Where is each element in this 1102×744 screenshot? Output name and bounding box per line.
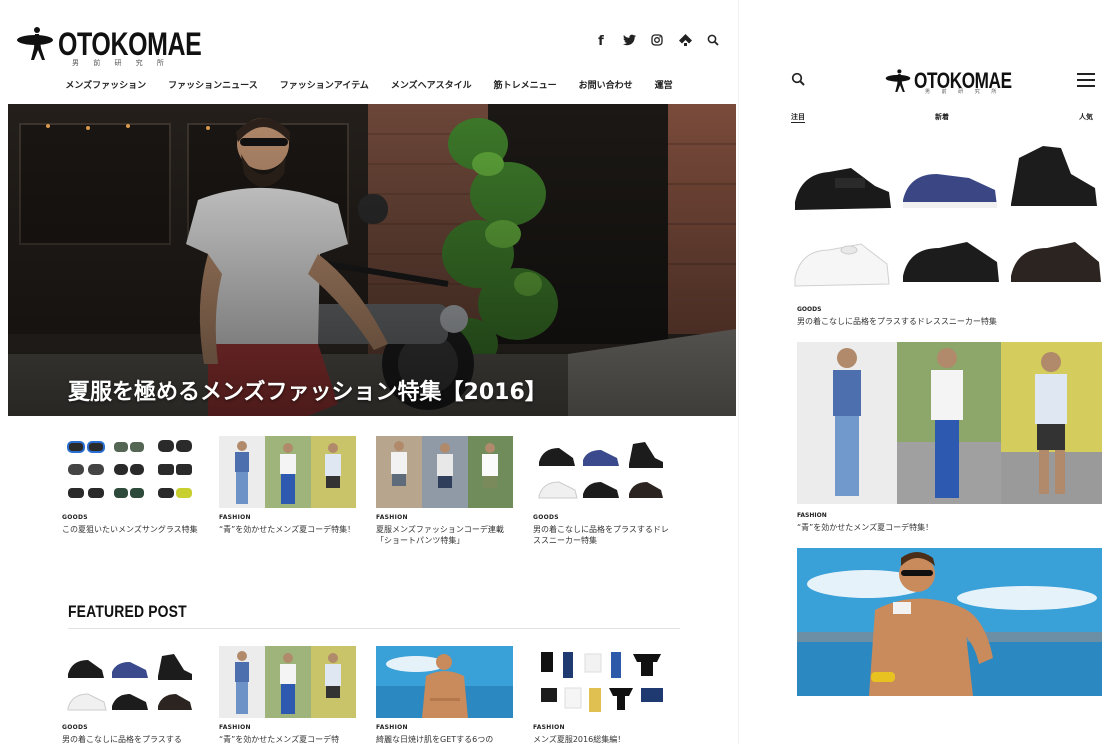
logo-wordmark: OTOKOMAE [58,25,202,62]
site-header: OTOKOMAE 男 前 研 究 所 f メンズファッション ファッションニュー… [0,0,738,104]
latest-posts-row: GOODS この夏狙いたいメンズサングラス特集 FASHION “青”を効かせた… [62,436,670,546]
post-category: FASHION [797,512,827,519]
post-title[interactable]: “青”を効かせたメンズ夏コーデ特 [219,734,356,744]
feedly-icon[interactable] [678,34,692,50]
post-thumbnail [219,646,356,718]
instagram-icon[interactable] [650,34,664,50]
sneakers-thumbnail [67,654,192,711]
post-category: FASHION [533,724,565,731]
surfer-logo-icon [17,27,53,60]
blue-outfit-thumbnail [219,436,356,508]
sneakers-photo[interactable] [791,138,1102,298]
post-card[interactable]: FASHION “青”を効かせたメンズ夏コーデ特集！ [219,436,356,546]
mobile-tabs: 注目 新着 人気 [791,112,1102,126]
post-title[interactable]: メンズ夏服2016総集編！ [533,734,670,744]
tab-featured[interactable]: 注目 [791,112,805,123]
site-logo[interactable]: OTOKOMAE 男 前 研 究 所 [16,22,242,67]
mobile-view: OTOKOMAE 男 前 研 究 所 注目 新着 人気 GOODS 男の着こなし… [738,0,1102,744]
blue-outfit-thumbnail [219,646,356,718]
sneakers-thumbnail [538,442,663,499]
shorts-thumbnail [376,436,513,508]
post-thumbnail [62,436,199,508]
blue-outfit-photo[interactable] [797,342,1102,504]
facebook-icon[interactable]: f [594,35,608,49]
nav-item-contact[interactable]: お問い合わせ [579,78,633,91]
post-thumbnail [533,436,670,508]
post-category: FASHION [219,724,251,731]
post-card[interactable]: FASHION “青”を効かせたメンズ夏コーデ特 [219,646,356,744]
post-title[interactable]: この夏狙いたいメンズサングラス特集 [62,524,199,546]
post-title[interactable]: 男の着こなしに品格をプラスする [62,734,199,744]
post-card[interactable]: GOODS 男の着こなしに品格をプラスする [62,646,199,744]
post-card[interactable]: FASHION メンズ夏服2016総集編！ [533,646,670,744]
social-links: f [594,34,720,50]
post-category: GOODS [62,514,88,521]
post-title[interactable]: 夏服メンズファッションコーデ連載「ショートパンツ特集」 [376,524,513,546]
post-category: GOODS [797,306,822,313]
post-category: GOODS [62,724,88,731]
hero-photo [8,104,736,416]
nav-item-mens-fashion[interactable]: メンズファッション [65,78,146,91]
nav-item-hair-style[interactable]: メンズヘアスタイル [391,78,472,91]
nav-item-operator[interactable]: 運営 [655,78,673,91]
nav-item-workout[interactable]: 筋トレメニュー [494,78,557,91]
post-thumbnail [219,436,356,508]
desktop-view: OTOKOMAE 男 前 研 究 所 f メンズファッション ファッションニュー… [0,0,738,744]
sunglasses-thumbnail [67,440,192,498]
post-card[interactable]: GOODS この夏狙いたいメンズサングラス特集 [62,436,199,546]
tab-popular[interactable]: 人気 [1079,112,1093,122]
nav-item-fashion-news[interactable]: ファッションニュース [168,78,258,91]
post-category: GOODS [533,514,559,521]
summer-clothes-thumbnail [541,652,663,712]
section-divider [68,628,680,629]
post-category: FASHION [376,514,408,521]
site-logo[interactable]: OTOKOMAE 男 前 研 究 所 [885,64,1039,98]
post-title[interactable]: “青”を効かせたメンズ夏コーデ特集！ [219,524,356,546]
post-card[interactable]: FASHION 綺麗な日焼け肌をGETする6つの [376,646,513,744]
post-title[interactable]: 男の着こなしに品格をプラスするドレススニーカー特集 [533,524,670,546]
tanning-photo[interactable] [797,548,1102,696]
post-thumbnail [376,436,513,508]
post-category: FASHION [219,514,251,521]
hamburger-menu-icon[interactable] [1077,72,1095,92]
post-thumbnail [62,646,199,718]
post-thumbnail [376,646,513,718]
search-icon[interactable] [706,34,720,50]
featured-posts-row: GOODS 男の着こなしに品格をプラスする FASHION “青”を効かせたメン… [62,646,670,744]
tab-new[interactable]: 新着 [935,112,949,122]
post-title[interactable]: 男の着こなしに品格をプラスするドレススニーカー特集 [797,316,997,327]
post-title[interactable]: 綺麗な日焼け肌をGETする6つの [376,734,513,744]
main-nav: メンズファッション ファッションニュース ファッションアイテム メンズヘアスタイ… [0,78,738,91]
featured-heading: FEATURED POST [68,602,187,621]
nav-item-fashion-items[interactable]: ファッションアイテム [280,78,369,91]
hero-title[interactable]: 夏服を極めるメンズファッション特集【2016】 [68,374,547,406]
logo-subtitle: 男 前 研 究 所 [925,89,1002,95]
post-thumbnail [533,646,670,718]
hero-banner[interactable]: 夏服を極めるメンズファッション特集【2016】 [8,104,736,416]
post-card[interactable]: FASHION 夏服メンズファッションコーデ連載「ショートパンツ特集」 [376,436,513,546]
search-icon[interactable] [791,72,805,90]
tanning-thumbnail [376,646,513,718]
twitter-icon[interactable] [622,34,636,50]
logo-subtitle: 男 前 研 究 所 [72,59,170,67]
post-card[interactable]: GOODS 男の着こなしに品格をプラスするドレススニーカー特集 [533,436,670,546]
post-title[interactable]: “青”を効かせたメンズ夏コーデ特集！ [797,522,933,533]
post-category: FASHION [376,724,408,731]
surfer-logo-icon [885,69,911,92]
